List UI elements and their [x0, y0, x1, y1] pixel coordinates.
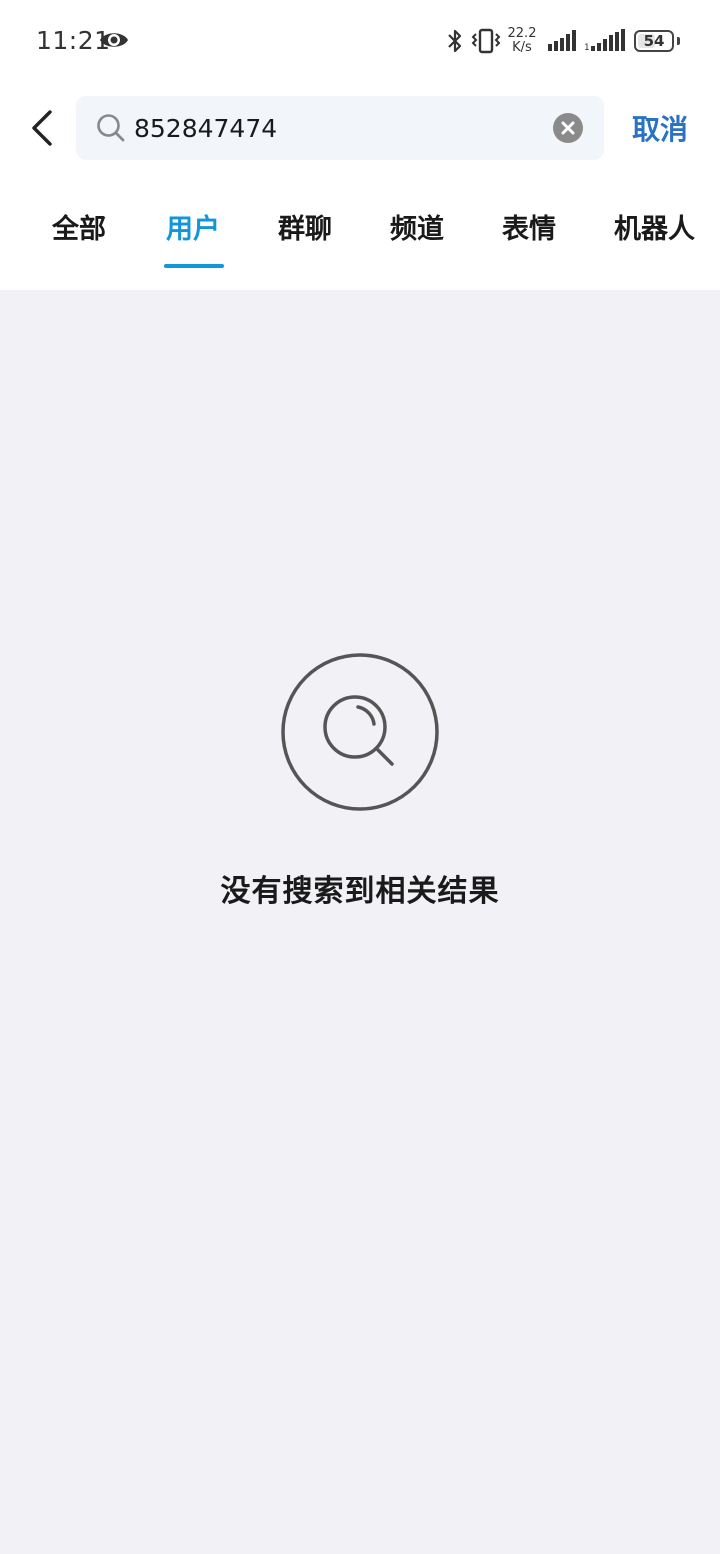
bluetooth-icon: [448, 29, 462, 53]
status-bar: 11:21 22.2 K/s 1 54: [0, 0, 720, 82]
search-icon: [97, 114, 125, 142]
tab-groups[interactable]: 群聊: [278, 210, 332, 250]
chevron-left-icon: [32, 110, 52, 146]
tab-bar: 全部 用户 群聊 频道 表情 机器人: [0, 196, 720, 276]
battery-tip: [677, 37, 680, 45]
net-speed-unit: K/s: [512, 40, 532, 55]
svg-text:1: 1: [584, 43, 590, 52]
signal-icon: [548, 30, 576, 51]
signal-2-icon: 1: [584, 29, 625, 52]
clear-icon: [553, 113, 583, 143]
vibrate-icon: [471, 28, 501, 54]
tab-all[interactable]: 全部: [52, 210, 106, 250]
tab-bots[interactable]: 机器人: [614, 210, 695, 250]
battery-percent: 54: [643, 32, 665, 50]
empty-search-icon: [281, 653, 439, 811]
net-speed-value: 22.2: [507, 26, 537, 41]
cancel-button[interactable]: 取消: [624, 106, 696, 154]
tab-stickers[interactable]: 表情: [502, 210, 556, 250]
search-input[interactable]: [134, 108, 534, 148]
tab-indicator: [164, 264, 224, 268]
header-area: 11:21 22.2 K/s 1 54 852847474 取消 全部 用户 群…: [0, 0, 720, 290]
tab-channels[interactable]: 频道: [390, 210, 444, 250]
eye-icon: [100, 33, 128, 47]
battery-icon: 54: [634, 30, 674, 52]
back-button[interactable]: [20, 104, 68, 152]
search-box[interactable]: [76, 96, 604, 160]
net-speed: 22.2 K/s: [504, 27, 540, 55]
empty-message: 没有搜索到相关结果: [220, 874, 500, 909]
clear-button[interactable]: [552, 112, 584, 144]
tab-users[interactable]: 用户: [166, 210, 220, 250]
